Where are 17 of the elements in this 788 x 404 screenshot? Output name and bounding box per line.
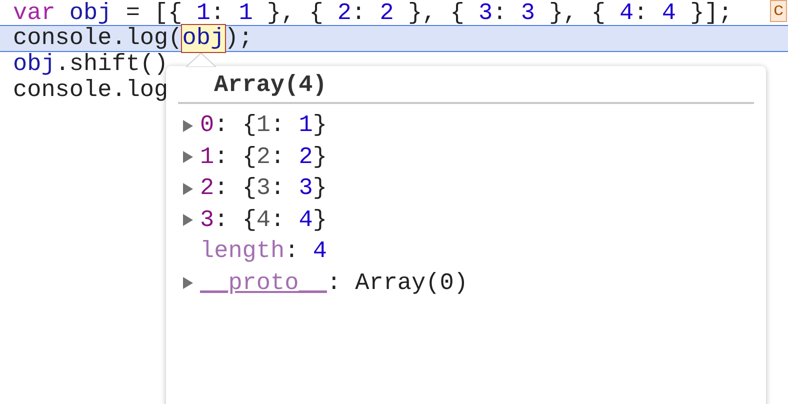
expand-triangle-icon[interactable]	[183, 214, 193, 226]
popover-title: Array(4)	[213, 71, 328, 101]
expand-triangle-icon[interactable]	[183, 182, 193, 195]
code-line: console.log	[13, 77, 168, 104]
property-entry: 2: {3: 3}	[200, 175, 327, 202]
property-entry: 1: {2: 2}	[200, 144, 327, 171]
property-entry: 3: {4: 4}	[200, 206, 327, 234]
code-line: console.log(obj);	[13, 25, 253, 52]
inline-badge: c	[770, 0, 787, 22]
expand-triangle-icon[interactable]	[183, 277, 193, 290]
expand-triangle-icon[interactable]	[183, 151, 193, 164]
expand-triangle-icon[interactable]	[183, 120, 193, 132]
property-entry: 0: {1: 1}	[200, 112, 327, 140]
property-entry: length: 4	[200, 238, 327, 266]
code-line: obj.shift()	[13, 51, 168, 78]
code-line: var obj = [{ 1: 1 }, { 2: 2 }, { 3: 3 }, { 4: 4 }];	[13, 0, 732, 27]
property-entry: __proto__: Array(0)	[200, 270, 468, 297]
